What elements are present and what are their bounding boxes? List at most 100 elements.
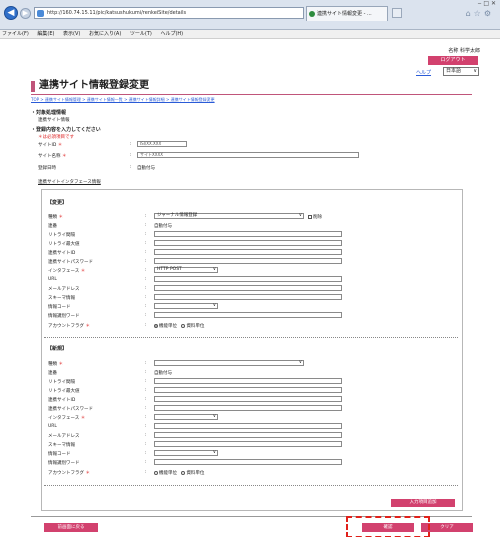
checkbox-icon[interactable]: [308, 214, 312, 219]
minimize-icon[interactable]: ‒: [478, 0, 482, 7]
colon: :: [145, 415, 147, 420]
required-note: ＊は必須項目です: [38, 134, 74, 140]
add-fields-button[interactable]: 入力項目追加: [391, 499, 455, 507]
logout-button[interactable]: ログアウト: [428, 56, 478, 65]
tab-favicon-icon: [309, 11, 315, 17]
home-icon[interactable]: ⌂: [466, 9, 474, 18]
colon: :: [145, 241, 147, 246]
change-mail-input[interactable]: [154, 285, 342, 291]
menu-bar: ファイル(F) 編集(E) 表示(V) お気に入り(A) ツール(T) ヘルプ(…: [0, 30, 500, 39]
colon: :: [145, 379, 147, 384]
colon: :: [145, 277, 147, 282]
back-arrow-icon[interactable]: ◀: [4, 6, 18, 20]
change-interface-label: インタフェース ＊: [48, 268, 85, 274]
new-interface-select[interactable]: [154, 414, 218, 420]
menu-help[interactable]: ヘルプ(H): [160, 31, 183, 37]
change-account-flag-label: アカウントフラグ ＊: [48, 323, 90, 329]
menu-view[interactable]: 表示(V): [63, 31, 80, 37]
close-icon[interactable]: ✕: [491, 0, 496, 7]
change-password-input[interactable]: [154, 258, 342, 264]
new-info-code-select[interactable]: [154, 450, 218, 456]
new-mail-input[interactable]: [154, 432, 342, 438]
change-url-input[interactable]: [154, 276, 342, 282]
colon: :: [130, 153, 132, 158]
change-info-code-select[interactable]: [154, 303, 218, 309]
new-retry-max-input[interactable]: [154, 387, 342, 393]
maximize-icon[interactable]: □: [483, 0, 489, 7]
change-kind-label: 種類 ＊: [48, 214, 63, 220]
change-seq-label: 連番: [48, 224, 57, 229]
breadcrumb[interactable]: TOP > 連携サイト情報管理 > 連携サイト情報一覧 > 連携サイト情報詳細 …: [31, 97, 215, 103]
colon: :: [145, 268, 147, 273]
forward-arrow-icon[interactable]: ▶: [20, 8, 31, 19]
panel-divider: [44, 337, 458, 338]
radio-off-icon[interactable]: [154, 470, 158, 475]
change-delete-checkbox[interactable]: 削除: [308, 214, 322, 220]
change-retry-interval-label: リトライ間隔: [48, 233, 75, 238]
colon: :: [145, 433, 147, 438]
change-delete-label: 削除: [313, 215, 322, 220]
new-mail-label: メールアドレス: [48, 434, 80, 439]
new-password-input[interactable]: [154, 405, 342, 411]
change-retry-max-input[interactable]: [154, 240, 342, 246]
new-seq-value: 自動付与: [154, 371, 172, 376]
change-keyword-input[interactable]: [154, 312, 342, 318]
new-option-org[interactable]: 機能単位: [159, 471, 177, 476]
site-id-input[interactable]: ISI/XX.XXX: [137, 141, 187, 147]
site-id-label-text: サイトID: [38, 143, 57, 148]
section-target-sub: 連携サイト情報: [38, 118, 70, 123]
help-link[interactable]: ヘルプ: [416, 69, 431, 76]
new-keyword-input[interactable]: [154, 459, 342, 465]
menu-file[interactable]: ファイル(F): [2, 31, 29, 37]
new-interface-label: インタフェース ＊: [48, 415, 85, 421]
menu-favorites[interactable]: お気に入り(A): [89, 31, 121, 37]
change-interface-label-text: インタフェース: [48, 269, 80, 274]
colon: :: [145, 304, 147, 309]
radio-on-icon[interactable]: [154, 323, 158, 328]
language-select[interactable]: 日本語: [443, 67, 479, 76]
gear-icon[interactable]: ⚙: [484, 9, 494, 18]
new-seq-label: 連番: [48, 371, 57, 376]
new-url-input[interactable]: [154, 423, 342, 429]
required-mark: ＊: [80, 416, 86, 421]
new-site-id-input[interactable]: [154, 396, 342, 402]
colon: :: [145, 442, 147, 447]
address-bar[interactable]: http://160.74.15.11/pic/katsushukumi/ren…: [34, 7, 304, 19]
change-site-id-input[interactable]: [154, 249, 342, 255]
menu-tools[interactable]: ツール(T): [130, 31, 152, 37]
favorites-star-icon[interactable]: ☆: [474, 9, 484, 18]
change-retry-interval-input[interactable]: [154, 231, 342, 237]
colon: :: [145, 259, 147, 264]
new-retry-max-label: リトライ最大値: [48, 389, 80, 394]
created-value: 自動付与: [137, 166, 155, 171]
new-password-label: 連携サイトパスワード: [48, 407, 93, 412]
address-url: http://160.74.15.11/pic/katsushukumi/ren…: [47, 10, 187, 16]
new-kind-select[interactable]: [154, 360, 304, 366]
change-schema-label: スキーマ情報: [48, 296, 75, 301]
colon: :: [130, 142, 132, 147]
page-title: 連携サイト情報登録変更: [31, 79, 472, 95]
back-button[interactable]: 前画面に戻る: [44, 523, 98, 532]
required-mark: ＊: [58, 362, 63, 367]
site-name-input[interactable]: サイトXXXX: [137, 152, 359, 158]
radio-off-icon[interactable]: [181, 470, 186, 475]
page-icon: [37, 10, 44, 17]
change-option-data[interactable]: 資料単位: [186, 324, 204, 329]
new-tab-button[interactable]: [392, 8, 402, 18]
change-kind-select[interactable]: ジャーナル情報登録: [154, 213, 304, 219]
new-retry-interval-input[interactable]: [154, 378, 342, 384]
breadcrumb-text[interactable]: TOP > 連携サイト情報管理 > 連携サイト情報一覧 > 連携サイト情報詳細 …: [31, 97, 215, 102]
section-input-heading: ・登録内容を入力してください: [31, 127, 101, 133]
change-schema-input[interactable]: [154, 294, 342, 300]
change-option-org[interactable]: 機能単位: [159, 324, 177, 329]
window-controls: ‒ □ ✕: [478, 0, 496, 7]
browser-tab[interactable]: 連携サイト情報変更 - ...: [306, 6, 388, 21]
change-interface-select[interactable]: HTTP POST: [154, 267, 218, 273]
colon: :: [145, 424, 147, 429]
new-schema-input[interactable]: [154, 441, 342, 447]
colon: :: [145, 250, 147, 255]
browser-toolbar: ◀ ▶ http://160.74.15.11/pic/katsushukumi…: [0, 0, 500, 30]
new-option-data[interactable]: 資料単位: [186, 471, 204, 476]
radio-off-icon[interactable]: [181, 323, 186, 328]
menu-edit[interactable]: 編集(E): [37, 31, 54, 37]
